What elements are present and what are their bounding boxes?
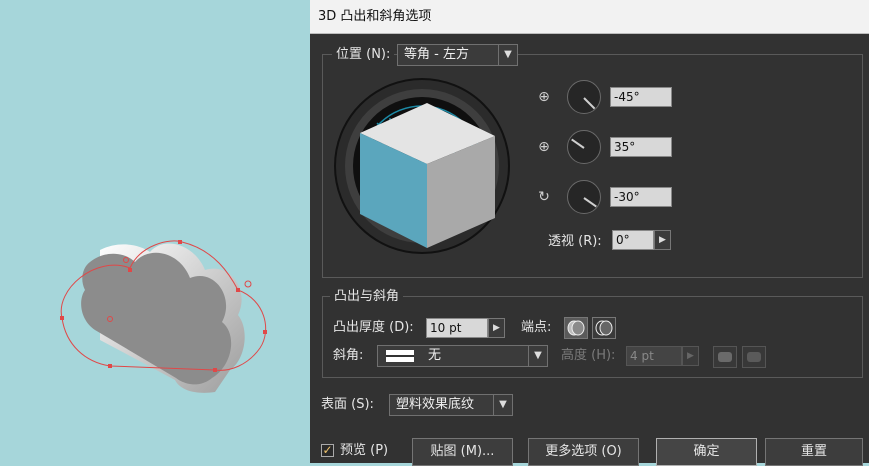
y-axis-rotate-icon: ⊕ xyxy=(538,139,550,155)
bevel-in-icon xyxy=(747,352,761,362)
ok-button[interactable]: 确定 xyxy=(656,438,757,466)
extrude-bevel-dialog: 3D 凸出和斜角选项 位置 (N): 等角 - 左方 ▼ ⊕ -45° ⊕ 35… xyxy=(310,0,869,466)
perspective-input[interactable]: 0° xyxy=(612,230,654,250)
x-rotation-dial[interactable] xyxy=(567,80,601,114)
dial-needle xyxy=(571,138,585,149)
cap-off-button[interactable] xyxy=(592,317,616,339)
bevel-out-icon xyxy=(718,352,732,362)
cloud-3d-artwork[interactable] xyxy=(0,0,310,463)
height-input[interactable]: 4 pt xyxy=(626,346,682,366)
bevel-out-button[interactable] xyxy=(713,346,737,368)
extrude-depth-label: 凸出厚度 (D): xyxy=(333,320,414,335)
reset-button[interactable]: 重置 xyxy=(765,438,863,466)
cap-off-icon xyxy=(595,320,613,336)
z-rotation-dial[interactable] xyxy=(567,180,601,214)
position-label: 位置 (N): xyxy=(332,46,395,64)
y-rotation-input[interactable]: 35° xyxy=(610,137,672,157)
extrude-depth-arrow-button[interactable]: ▶ xyxy=(488,318,505,338)
perspective-arrow-button[interactable]: ▶ xyxy=(654,230,671,250)
height-arrow-button[interactable]: ▶ xyxy=(682,346,699,366)
x-rotation-input[interactable]: -45° xyxy=(610,87,672,107)
x-axis-rotate-icon: ⊕ xyxy=(538,89,550,105)
preview-label[interactable]: 预览 (P) xyxy=(340,442,388,460)
dial-needle xyxy=(583,97,596,110)
chevron-down-icon: ▼ xyxy=(528,346,547,366)
y-rotation-dial[interactable] xyxy=(567,130,601,164)
surface-value: 塑料效果底纹 xyxy=(396,397,475,412)
z-axis-rotate-icon: ↻ xyxy=(538,189,550,205)
track-cube-widget[interactable] xyxy=(332,78,512,258)
surface-label: 表面 (S): xyxy=(321,397,374,412)
preview-checkbox[interactable]: ✓ xyxy=(321,444,334,457)
bevel-value: 无 xyxy=(428,348,442,363)
cap-on-button[interactable] xyxy=(564,317,588,339)
more-options-button[interactable]: 更多选项 (O) xyxy=(528,438,639,466)
cap-label: 端点: xyxy=(521,320,552,335)
extrude-depth-input[interactable]: 10 pt xyxy=(426,318,488,338)
chevron-down-icon: ▼ xyxy=(493,395,512,415)
artboard-canvas[interactable] xyxy=(0,0,310,463)
position-preset-dropdown[interactable]: 等角 - 左方 ▼ xyxy=(397,44,518,66)
bevel-in-button[interactable] xyxy=(742,346,766,368)
map-art-button[interactable]: 贴图 (M)... xyxy=(412,438,513,466)
dial-needle xyxy=(583,197,597,208)
dialog-title: 3D 凸出和斜角选项 xyxy=(310,0,869,34)
bevel-swatch-icon xyxy=(386,350,414,362)
extrude-bevel-group-label: 凸出与斜角 xyxy=(330,288,404,306)
bevel-dropdown[interactable]: 无 ▼ xyxy=(377,345,548,367)
z-rotation-input[interactable]: -30° xyxy=(610,187,672,207)
perspective-label: 透视 (R): xyxy=(548,234,602,249)
cap-on-icon xyxy=(567,320,585,336)
chevron-down-icon: ▼ xyxy=(498,45,517,65)
height-label: 高度 (H): xyxy=(561,348,616,363)
bevel-label: 斜角: xyxy=(333,348,364,363)
surface-dropdown[interactable]: 塑料效果底纹 ▼ xyxy=(389,394,513,416)
position-preset-value: 等角 - 左方 xyxy=(404,47,469,62)
